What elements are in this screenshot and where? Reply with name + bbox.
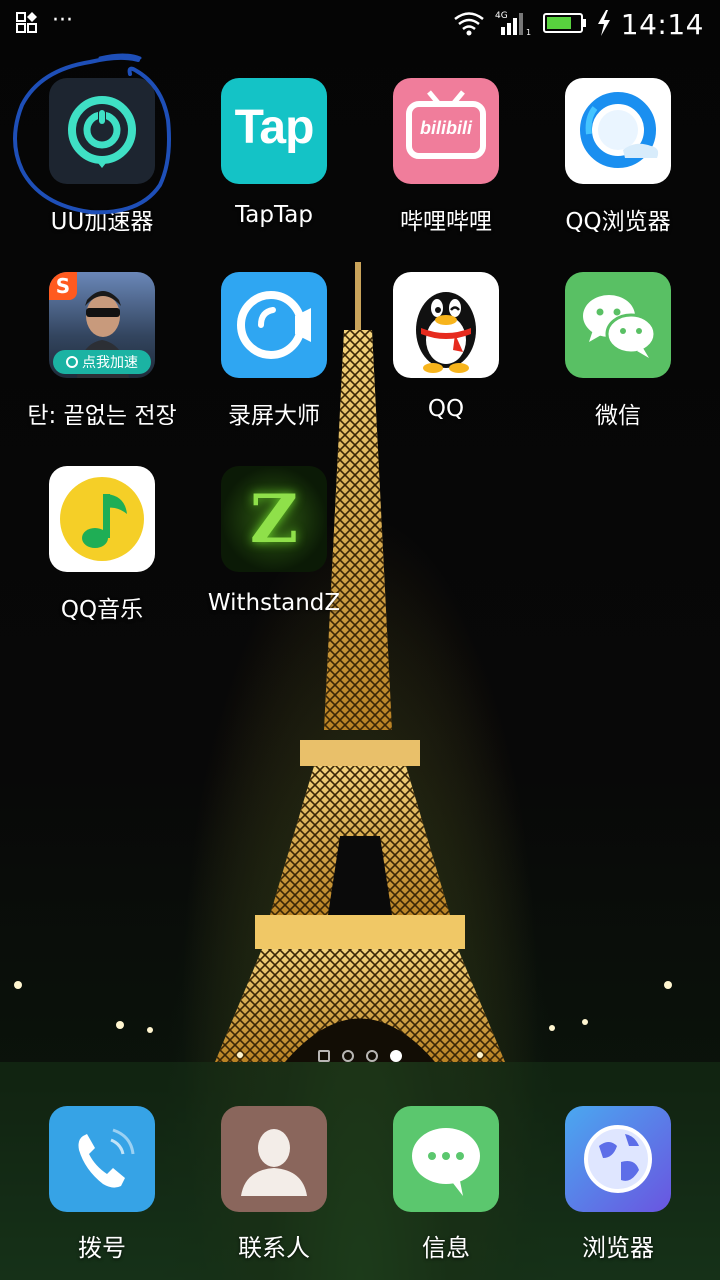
app-switch-icon[interactable] — [16, 12, 38, 38]
dock-app-contacts[interactable]: 联系人 — [188, 1106, 360, 1263]
status-right: 4G 1 14:14 — [453, 8, 704, 41]
svg-text:1: 1 — [526, 28, 531, 37]
dock-label: 联系人 — [238, 1234, 310, 1262]
network-type: 4G — [495, 11, 508, 21]
more-dots-icon[interactable]: ··· — [52, 10, 73, 32]
taptap-icon-text: Tap — [234, 101, 315, 154]
app-label: QQ — [427, 396, 465, 422]
withstandz-icon: Z — [221, 466, 327, 572]
app-korean-game[interactable]: S 点我加速 탄: 끝없는 전장 — [16, 272, 188, 430]
page-dot[interactable] — [366, 1050, 378, 1062]
status-bar: ··· 4G 1 14:14 — [0, 0, 720, 52]
contacts-icon — [221, 1106, 327, 1212]
phone-icon — [49, 1106, 155, 1212]
status-time: 14:14 — [620, 8, 704, 41]
app-label: WithstandZ — [207, 590, 341, 616]
browser-globe-icon — [565, 1106, 671, 1212]
app-qq[interactable]: QQ — [360, 272, 532, 422]
app-qq-browser[interactable]: QQ浏览器 — [532, 78, 704, 236]
dock-label: 拨号 — [78, 1234, 126, 1262]
game-corner-badge: S — [49, 272, 77, 300]
wifi-icon — [453, 10, 485, 40]
game-soldier-icon: S 点我加速 — [49, 272, 155, 378]
qq-music-icon — [49, 466, 155, 572]
app-label: 微信 — [595, 403, 641, 429]
qq-browser-icon — [565, 78, 671, 184]
battery-icon — [542, 11, 587, 39]
signal-icon: 4G 1 — [495, 9, 533, 41]
dock-app-browser[interactable]: 浏览器 — [532, 1106, 704, 1263]
page-dot[interactable] — [342, 1050, 354, 1062]
bilibili-icon: bilibili — [393, 78, 499, 184]
app-label: 录屏大师 — [228, 403, 320, 429]
app-label: QQ浏览器 — [565, 209, 671, 235]
dock-label: 浏览器 — [582, 1234, 654, 1262]
page-indicator-home[interactable] — [318, 1050, 330, 1062]
app-label: TapTap — [235, 202, 313, 228]
page-indicator[interactable] — [0, 1050, 720, 1062]
app-withstandz[interactable]: Z WithstandZ — [188, 466, 360, 616]
app-label: 哔哩哔哩 — [400, 209, 492, 235]
speedup-icon — [66, 356, 78, 368]
bilibili-icon-text: bilibili — [420, 118, 472, 138]
status-left: ··· — [16, 10, 73, 38]
withstandz-icon-text: Z — [249, 480, 299, 558]
uu-accelerator-icon — [49, 78, 155, 184]
page-dot-active[interactable] — [390, 1050, 402, 1062]
screen-recorder-icon — [221, 272, 327, 378]
qq-penguin-icon — [393, 272, 499, 378]
app-taptap[interactable]: Tap TapTap — [188, 78, 360, 228]
app-label: 탄: 끝없는 전장 — [27, 403, 177, 429]
speedup-badge: 点我加速 — [53, 350, 151, 374]
dock-app-phone[interactable]: 拨号 — [16, 1106, 188, 1263]
app-screen-recorder[interactable]: 录屏大师 — [188, 272, 360, 430]
charging-icon — [597, 9, 611, 40]
app-label: QQ音乐 — [60, 597, 144, 623]
app-label: UU加速器 — [50, 209, 154, 235]
taptap-icon: Tap — [221, 78, 327, 184]
app-qq-music[interactable]: QQ音乐 — [16, 466, 188, 624]
speedup-badge-text: 点我加速 — [82, 355, 138, 371]
app-bilibili[interactable]: bilibili 哔哩哔哩 — [360, 78, 532, 236]
dock-app-messages[interactable]: 信息 — [360, 1106, 532, 1263]
dock-label: 信息 — [422, 1234, 470, 1262]
app-wechat[interactable]: 微信 — [532, 272, 704, 430]
messages-icon — [393, 1106, 499, 1212]
app-uu-accelerator[interactable]: UU加速器 — [16, 78, 188, 236]
wechat-icon — [565, 272, 671, 378]
